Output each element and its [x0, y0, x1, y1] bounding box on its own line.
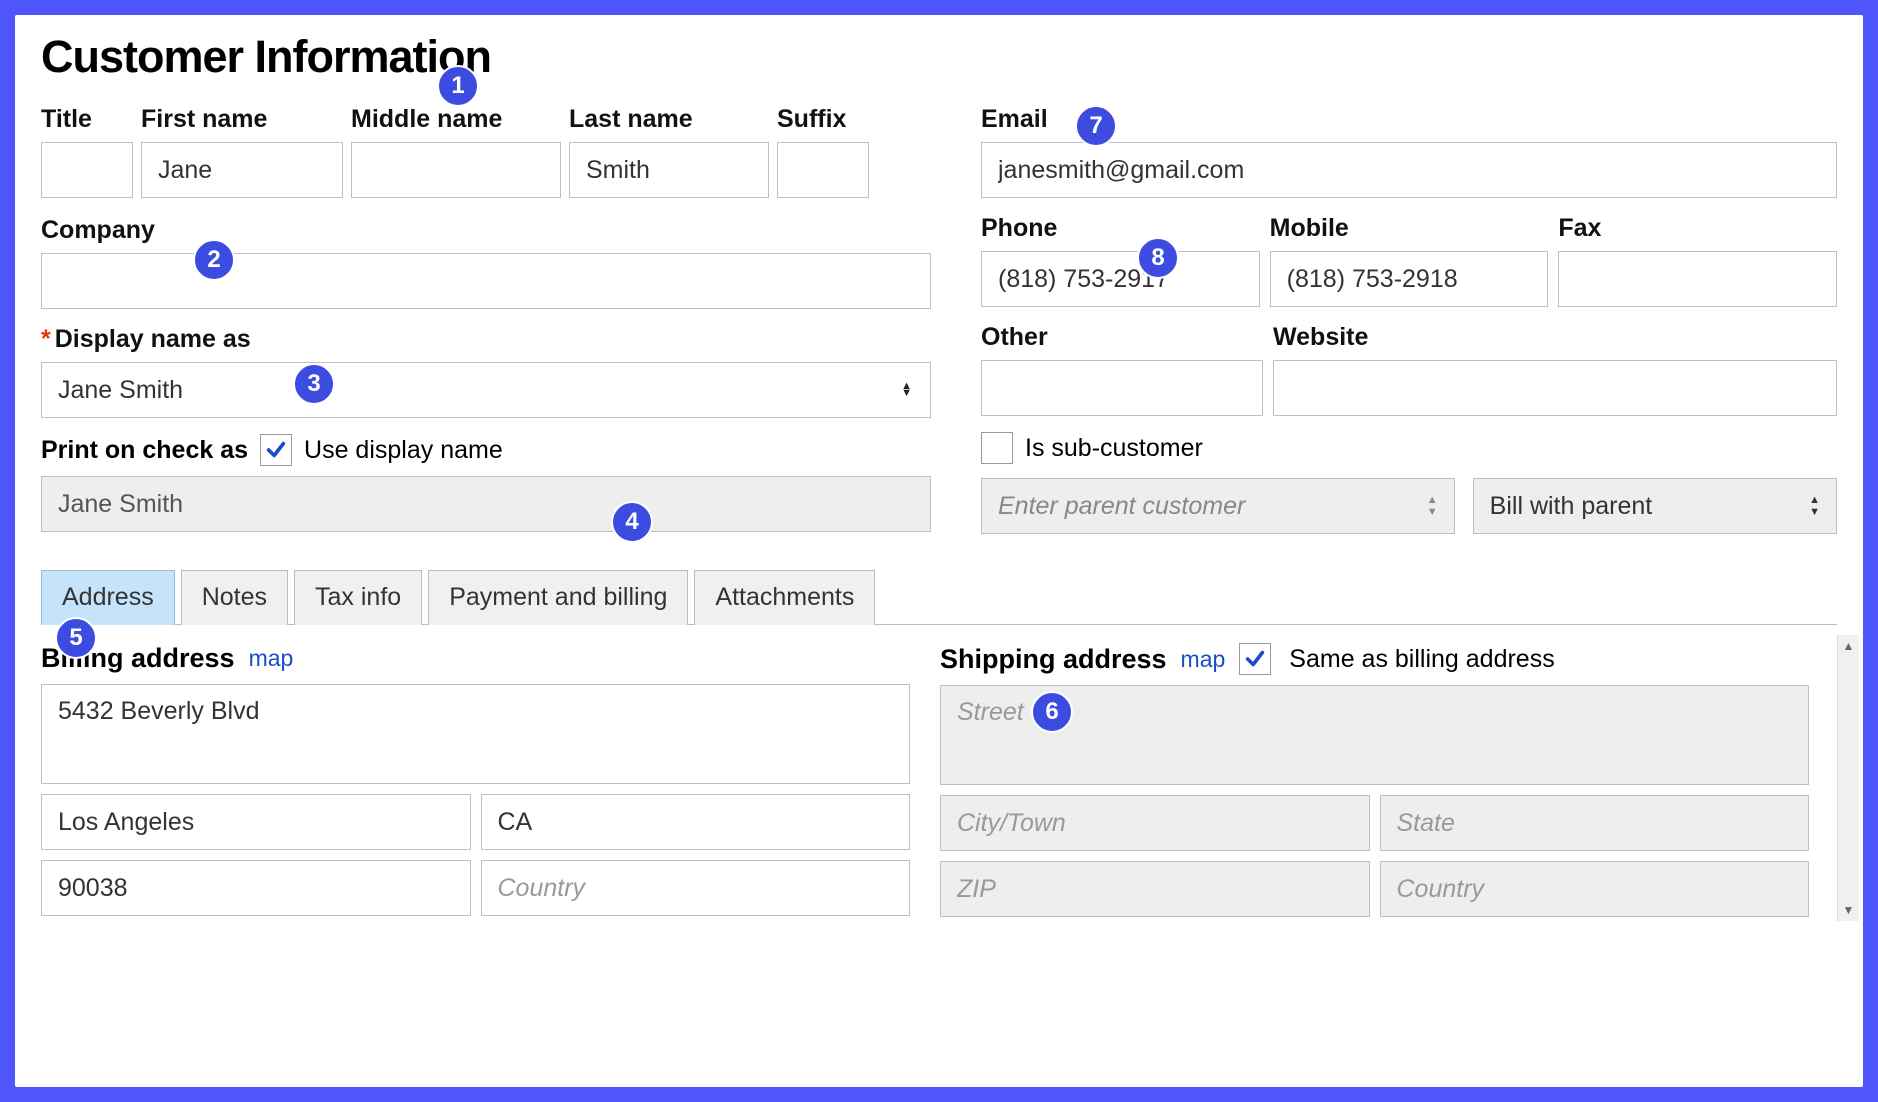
billing-state-input[interactable]	[481, 794, 911, 850]
label-fax: Fax	[1558, 214, 1837, 243]
shipping-country-input[interactable]	[1380, 861, 1810, 917]
suffix-input[interactable]	[777, 142, 869, 198]
tab-attachments[interactable]: Attachments	[694, 570, 875, 625]
label-title: Title	[41, 105, 133, 134]
fax-input[interactable]	[1558, 251, 1837, 307]
address-section: Billing address map 5432 Beverly Blvd Sh…	[41, 643, 1837, 917]
use-display-name-checkbox[interactable]	[260, 434, 292, 466]
updown-icon	[901, 383, 910, 396]
updown-icon	[1427, 494, 1438, 518]
label-other: Other	[981, 323, 1263, 352]
middle-name-input[interactable]	[351, 142, 561, 198]
tab-tax-info[interactable]: Tax info	[294, 570, 422, 625]
display-name-select[interactable]: Jane Smith	[41, 362, 931, 418]
label-suffix: Suffix	[777, 105, 869, 134]
label-mobile: Mobile	[1270, 214, 1549, 243]
parent-customer-select[interactable]: Enter parent customer	[981, 478, 1455, 534]
billing-street-input[interactable]: 5432 Beverly Blvd	[41, 684, 910, 784]
tab-address[interactable]: Address	[41, 570, 175, 625]
email-input[interactable]	[981, 142, 1837, 198]
label-website: Website	[1273, 323, 1837, 352]
label-first-name: First name	[141, 105, 343, 134]
same-as-billing-label: Same as billing address	[1289, 645, 1554, 674]
label-phone: Phone	[981, 214, 1260, 243]
check-icon	[1244, 648, 1266, 670]
bill-with-parent-select[interactable]: Bill with parent	[1473, 478, 1837, 534]
billing-map-link[interactable]: map	[249, 645, 294, 672]
tab-payment-billing[interactable]: Payment and billing	[428, 570, 688, 625]
phone-input[interactable]	[981, 251, 1260, 307]
last-name-input[interactable]	[569, 142, 769, 198]
right-column: Email Phone Mobile Fax Ot	[981, 105, 1837, 548]
print-on-check-field: Jane Smith	[41, 476, 931, 532]
other-input[interactable]	[981, 360, 1263, 416]
label-last-name: Last name	[569, 105, 769, 134]
use-display-name-label: Use display name	[304, 436, 503, 465]
scroll-down-icon: ▼	[1843, 899, 1855, 921]
label-middle-name: Middle name	[351, 105, 561, 134]
customer-info-panel: 1 2 3 4 5 6 7 8 Customer Information Tit…	[12, 12, 1866, 1090]
scrollbar[interactable]: ▲ ▼	[1837, 635, 1859, 921]
shipping-street-input[interactable]	[940, 685, 1809, 785]
page-title: Customer Information	[41, 31, 1837, 83]
same-as-billing-checkbox[interactable]	[1239, 643, 1271, 675]
billing-country-input[interactable]	[481, 860, 911, 916]
tab-notes[interactable]: Notes	[181, 570, 288, 625]
updown-icon	[1809, 494, 1820, 518]
shipping-address-title: Shipping address	[940, 644, 1167, 675]
display-name-value: Jane Smith	[58, 376, 183, 405]
scroll-up-icon: ▲	[1843, 635, 1855, 657]
first-name-input[interactable]	[141, 142, 343, 198]
billing-address-block: Billing address map 5432 Beverly Blvd	[41, 643, 910, 917]
label-print-on-check: Print on check as	[41, 436, 248, 465]
mobile-input[interactable]	[1270, 251, 1549, 307]
label-email: Email	[981, 105, 1837, 134]
shipping-map-link[interactable]: map	[1181, 646, 1226, 673]
sub-customer-checkbox[interactable]	[981, 432, 1013, 464]
label-display-name: *Display name as	[41, 325, 931, 354]
website-input[interactable]	[1273, 360, 1837, 416]
title-input[interactable]	[41, 142, 133, 198]
company-input[interactable]	[41, 253, 931, 309]
label-company: Company	[41, 216, 931, 245]
tabset: Address Notes Tax info Payment and billi…	[41, 570, 1837, 625]
billing-address-title: Billing address	[41, 643, 235, 674]
required-marker: *	[41, 325, 51, 353]
shipping-city-input[interactable]	[940, 795, 1370, 851]
sub-customer-label: Is sub-customer	[1025, 434, 1203, 463]
billing-zip-input[interactable]	[41, 860, 471, 916]
check-icon	[265, 439, 287, 461]
left-column: Title First name Middle name Last name S…	[41, 105, 931, 548]
billing-city-input[interactable]	[41, 794, 471, 850]
shipping-address-block: Shipping address map Same as billing add…	[940, 643, 1809, 917]
shipping-state-input[interactable]	[1380, 795, 1810, 851]
shipping-zip-input[interactable]	[940, 861, 1370, 917]
